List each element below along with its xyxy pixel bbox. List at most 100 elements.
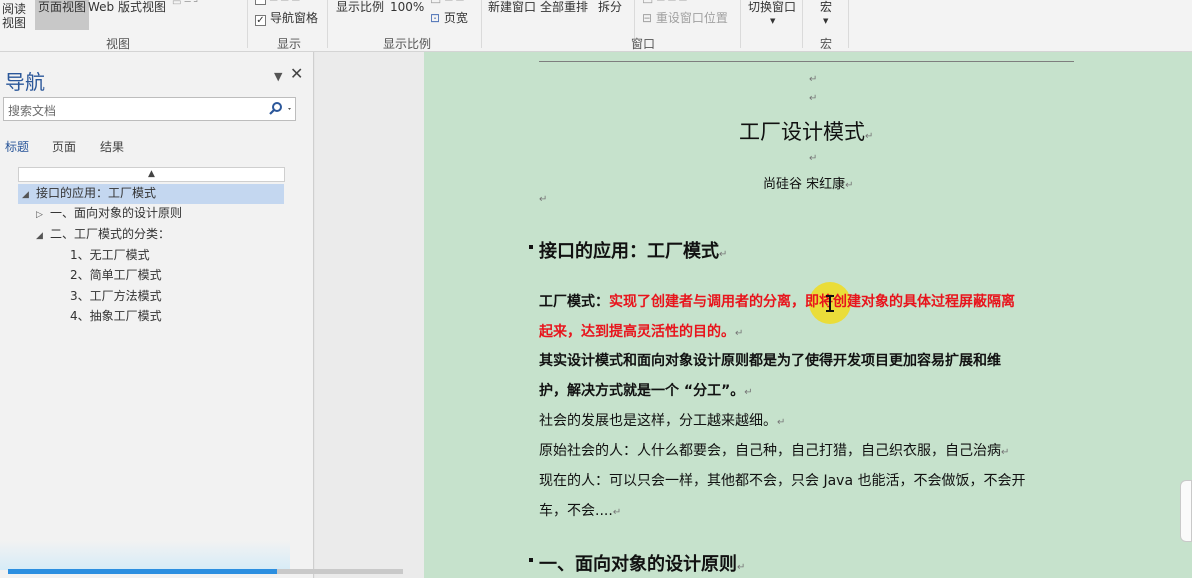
ribbon-divider [848,0,849,48]
navigation-pane: 导航 ▼ ✕ 搜索文档 标题 页面 结果 ▲ ◢ 接口的应用：工厂模式 ▷ 一、面向… [0,52,314,578]
search-icon[interactable] [266,101,294,117]
nav-pane-checkbox[interactable]: ✓ 导航窗格 [255,11,318,26]
highlighted-text: 起来，达到提高灵活性的目的。 [539,324,735,340]
side-handle[interactable] [1180,480,1192,542]
window-group-label: 窗口 [631,37,656,51]
paragraph-mark: ↵ [809,93,818,104]
paragraph[interactable]: 原始社会的人：人什么都要会，自己种，自己打猎，自己织衣服，自己治病↵ [539,441,1009,463]
ribbon-divider [802,0,803,48]
ribbon-divider [481,0,482,48]
macro-group-label: 宏 [820,37,833,51]
scroll-up-button[interactable]: ▲ [18,167,285,182]
overlay-haze [0,540,290,570]
heading-2-text: 一、面向对象的设计原则 [539,554,737,575]
heading-item[interactable]: 3、工厂方法模式 [70,287,162,305]
heading-item[interactable]: ◢ 接口的应用：工厂模式 [18,184,284,204]
zoom-button[interactable]: 显示比例 [336,0,384,14]
split-button[interactable]: 拆分 [598,0,622,14]
expand-icon[interactable]: ▷ [36,206,50,224]
paragraph[interactable]: 车，不会....↵ [539,501,621,523]
tab-results[interactable]: 结果 [100,138,124,155]
ribbon-divider [740,0,741,48]
reset-window-label: 重设窗口位置 [655,11,728,25]
tab-headings[interactable]: 标题 [5,138,29,155]
show-group-label: 显示 [277,37,302,51]
heading-label: 一、面向对象的设计原则 [50,206,183,220]
paragraph-mark: ↵ [719,249,728,260]
heading-item[interactable]: 2、简单工厂模式 [70,266,162,284]
progress-bar[interactable] [8,569,403,574]
heading-bullet [529,558,533,562]
paragraph[interactable]: 现在的人：可以只会一样，其他都不会，只会 Java 也能活，不会做饭，不会开 [539,471,1025,491]
paragraph[interactable]: 工厂模式：实现了创建者与调用者的分离，即将创建对象的具体过程屏蔽隔离 [539,292,1015,312]
paragraph-mark: ↵ [735,328,744,339]
paragraph[interactable]: 护，解决方式就是一个 “分工”。↵ [539,381,753,403]
page-width-icon: ⊡ [430,11,441,25]
macro-button[interactable]: 宏 [820,0,832,14]
heading-item[interactable]: 4、抽象工厂模式 [70,307,162,325]
nav-menu-icon[interactable]: ▼ [274,70,282,83]
nav-pane-label: 导航窗格 [270,11,319,25]
para-label: 工厂模式： [539,294,609,310]
collapse-icon[interactable]: ◢ [36,227,50,245]
tab-pages[interactable]: 页面 [52,138,76,155]
close-icon[interactable]: ✕ [290,64,303,83]
page-width-label: 页宽 [443,11,468,25]
text-cursor [826,295,834,312]
paragraph[interactable]: 起来，达到提高灵活性的目的。↵ [539,322,743,344]
switch-window-button[interactable]: 切换窗口 [748,0,796,14]
dropdown-arrow-icon: ▼ [823,17,829,25]
read-view-button[interactable]: 阅读 视图 [2,2,26,30]
dropdown-arrow-icon: ▼ [770,17,776,25]
paragraph-mark: ↵ [539,194,548,205]
ribbon-divider [247,0,248,48]
side-by-side-button[interactable]: ▭ ─ ─ ─ [642,0,686,7]
search-input[interactable]: 搜索文档 [3,97,296,121]
paragraph-mark: ↵ [737,562,746,573]
paragraph-mark: ↵ [1001,447,1010,458]
page-width-button[interactable]: ⊡ 页宽 [430,11,468,25]
heading-1[interactable]: 接口的应用：工厂模式↵ [529,237,727,263]
arrange-all-button[interactable]: 全部重排 [540,0,588,14]
outline-view-button[interactable]: ▭ ─ ┘ [172,0,200,10]
highlighted-text: 实现了创建者与调用者的分离，即将创建对象的具体过程屏蔽隔离 [609,294,1015,310]
document-title[interactable]: 工厂设计模式↵ [739,116,873,146]
heading-item[interactable]: ◢ 二、工厂模式的分类： [36,225,170,245]
page-view-button[interactable]: 页面视图 [35,0,90,30]
nav-title: 导航 [5,70,45,94]
multi-page-button[interactable]: ▭ ─ ─ [430,0,463,7]
paragraph-mark: ↵ [809,153,818,164]
heading-bullet [529,245,533,249]
header-rule [539,61,1074,62]
collapse-icon[interactable]: ◢ [22,186,36,204]
check-icon: ✓ [255,15,266,26]
ribbon: 阅读 视图 页面视图 Web 版式视图 ▭ ─ ┘ 视图 ─ ─ ─ ✓ 导航窗格… [0,0,1192,52]
paragraph-mark: ↵ [777,417,786,428]
author-text: 尚硅谷 宋红康 [763,177,846,192]
heading-1-text: 接口的应用：工厂模式 [539,241,719,262]
document-page[interactable]: ↵ ↵ 工厂设计模式↵ ↵ 尚硅谷 宋红康↵ ↵ 接口的应用：工厂模式↵ 工厂模… [424,52,1192,578]
paragraph-text: 护，解决方式就是一个 “分工”。 [539,383,745,399]
new-window-button[interactable]: 新建窗口 [488,0,536,14]
paragraph-mark: ↵ [744,387,753,398]
document-title-text: 工厂设计模式 [739,120,865,144]
paragraph-mark: ↵ [845,180,854,191]
paragraph-mark: ↵ [809,74,818,85]
heading-label: 二、工厂模式的分类： [50,227,171,241]
progress-fill [8,569,277,574]
heading-item[interactable]: 1、无工厂模式 [70,246,150,264]
zoom-100-button[interactable]: 100% [390,0,424,14]
paragraph[interactable]: 社会的发展也是这样，分工越来越细。↵ [539,411,785,433]
paragraph-text: 车，不会.... [539,503,613,519]
document-author[interactable]: 尚硅谷 宋红康↵ [763,173,854,192]
ruler-checkbox[interactable]: ─ ─ ─ [255,0,299,7]
reset-window-icon: ⊟ [642,11,653,25]
web-view-button[interactable]: Web 版式视图 [88,0,166,14]
heading-item[interactable]: ▷ 一、面向对象的设计原则 [36,204,182,224]
zoom-group-label: 显示比例 [383,37,432,51]
paragraph[interactable]: 其实设计模式和面向对象设计原则都是为了使得开发项目更加容易扩展和维 [539,351,1001,371]
paragraph-mark: ↵ [612,507,622,518]
heading-label: 接口的应用：工厂模式 [36,186,157,200]
heading-2[interactable]: 一、面向对象的设计原则↵ [529,550,745,576]
reset-window-button[interactable]: ⊟ 重设窗口位置 [642,11,728,25]
